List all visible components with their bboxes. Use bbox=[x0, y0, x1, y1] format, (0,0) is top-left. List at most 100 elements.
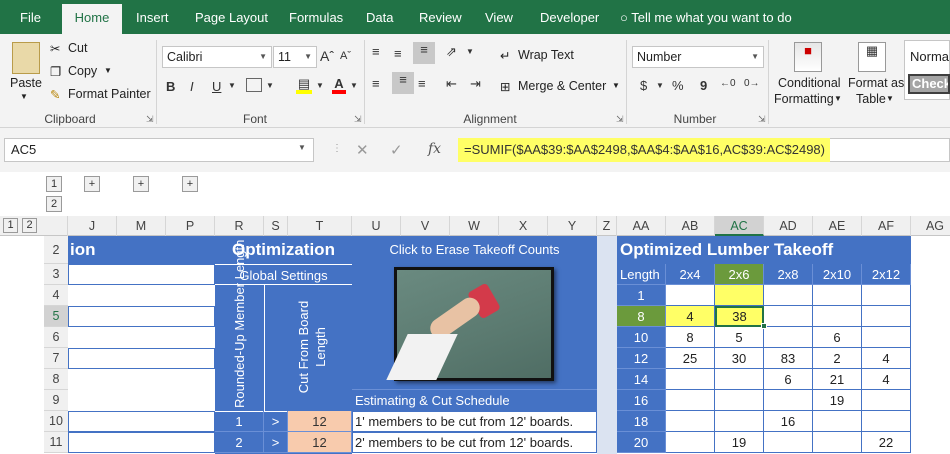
outline-level-1-button[interactable]: 1 bbox=[46, 176, 62, 192]
align-right-icon[interactable]: ≡ bbox=[418, 76, 426, 91]
column-header-x[interactable]: X bbox=[499, 216, 548, 236]
font-name-select[interactable]: Calibri ▼ bbox=[162, 46, 272, 68]
tab-insert[interactable]: Insert bbox=[136, 0, 169, 34]
align-center-icon[interactable]: ≡ bbox=[392, 72, 414, 94]
length-cell-aa5[interactable]: 8 bbox=[617, 306, 666, 327]
expand-group-button[interactable]: + bbox=[182, 176, 198, 192]
format-as-label-line1[interactable]: Format as bbox=[848, 76, 904, 90]
underline-dropdown-icon[interactable]: ▼ bbox=[228, 81, 236, 90]
cell-j10[interactable] bbox=[68, 411, 215, 432]
align-bottom-icon[interactable]: ≡ bbox=[413, 42, 435, 64]
currency-button[interactable]: $ bbox=[640, 78, 647, 93]
tab-home[interactable]: Home bbox=[62, 4, 122, 34]
cell-j7[interactable] bbox=[68, 348, 215, 369]
column-header-ac[interactable]: AC bbox=[715, 216, 764, 236]
cell-ac9[interactable] bbox=[715, 390, 764, 411]
row-header-9[interactable]: 9 bbox=[44, 390, 68, 411]
align-left-icon[interactable]: ≡ bbox=[372, 76, 380, 91]
row-header-7[interactable]: 7 bbox=[44, 348, 68, 369]
erase-label[interactable]: Click to Erase Takeoff Counts bbox=[352, 242, 597, 257]
tab-data[interactable]: Data bbox=[366, 0, 393, 34]
decrease-decimal-icon[interactable]: 0→ bbox=[744, 78, 760, 89]
length-cell-aa10[interactable]: 18 bbox=[617, 411, 666, 432]
cell-ac8[interactable] bbox=[715, 369, 764, 390]
format-painter-button[interactable]: Format Painter bbox=[68, 87, 151, 101]
font-size-select[interactable]: 11 ▼ bbox=[273, 46, 317, 68]
borders-dropdown-icon[interactable]: ▼ bbox=[266, 81, 274, 90]
cell-ab10[interactable] bbox=[666, 411, 715, 432]
formula-input-rest[interactable] bbox=[830, 138, 950, 162]
expand-group-button[interactable]: + bbox=[84, 176, 100, 192]
cell-ac10[interactable] bbox=[715, 411, 764, 432]
cut-button[interactable]: Cut bbox=[68, 41, 87, 55]
dialog-launcher-icon[interactable]: ⇲ bbox=[758, 114, 766, 125]
conditional-dropdown-icon[interactable]: ▼ bbox=[834, 94, 842, 103]
cell-ae9[interactable]: 19 bbox=[813, 390, 862, 411]
bold-button[interactable]: B bbox=[166, 79, 175, 94]
align-middle-icon[interactable]: ≡ bbox=[394, 46, 402, 61]
orientation-icon[interactable]: ⇗ bbox=[446, 44, 457, 60]
cell-ae4[interactable] bbox=[813, 285, 862, 306]
tab-formulas[interactable]: Formulas bbox=[289, 0, 343, 34]
column-header-ag[interactable]: AG bbox=[911, 216, 950, 236]
column-header-r[interactable]: R bbox=[215, 216, 264, 236]
column-header-ad[interactable]: AD bbox=[764, 216, 813, 236]
cell-af8[interactable]: 4 bbox=[862, 369, 911, 390]
cell-ad7[interactable]: 83 bbox=[764, 348, 813, 369]
cell-ad9[interactable] bbox=[764, 390, 813, 411]
formula-input[interactable]: =SUMIF($AA$39:$AA$2498,$AA$4:$AA$16,AC$3… bbox=[458, 138, 830, 162]
fill-color-icon[interactable]: ▤ bbox=[296, 76, 312, 94]
tab-review[interactable]: Review bbox=[419, 0, 462, 34]
insert-function-button[interactable]: fx bbox=[428, 141, 441, 157]
cell-ab5[interactable]: 4 bbox=[666, 306, 715, 327]
cell-ac6[interactable]: 5 bbox=[715, 327, 764, 348]
cell-ae8[interactable]: 21 bbox=[813, 369, 862, 390]
table-dropdown-icon[interactable]: ▼ bbox=[886, 94, 894, 103]
column-header-j[interactable]: J bbox=[68, 216, 117, 236]
orientation-dropdown-icon[interactable]: ▼ bbox=[466, 47, 474, 56]
column-header-s[interactable]: S bbox=[264, 216, 288, 236]
length-cell-aa9[interactable]: 16 bbox=[617, 390, 666, 411]
enter-icon[interactable]: ✓ bbox=[390, 141, 403, 159]
merge-dropdown-icon[interactable]: ▼ bbox=[612, 81, 620, 90]
cell-ad8[interactable]: 6 bbox=[764, 369, 813, 390]
row-header-3[interactable]: 3 bbox=[44, 264, 68, 285]
row-header-2[interactable]: 2 bbox=[44, 236, 68, 264]
increase-font-icon[interactable]: Aˆ bbox=[320, 48, 334, 64]
row-header-5[interactable]: 5 bbox=[44, 306, 68, 327]
cell-ae6[interactable]: 6 bbox=[813, 327, 862, 348]
select-all-corner[interactable] bbox=[44, 216, 68, 236]
cell-ac7[interactable]: 30 bbox=[715, 348, 764, 369]
column-header-w[interactable]: W bbox=[450, 216, 499, 236]
dialog-launcher-icon[interactable]: ⇲ bbox=[616, 114, 624, 125]
cancel-icon[interactable]: ✕ bbox=[356, 141, 369, 159]
fill-handle[interactable] bbox=[761, 323, 767, 329]
expand-group-button[interactable]: + bbox=[133, 176, 149, 192]
length-cell-aa7[interactable]: 12 bbox=[617, 348, 666, 369]
style-normal[interactable]: Norma bbox=[910, 49, 949, 64]
cell-ac4[interactable] bbox=[715, 285, 764, 306]
font-color-icon[interactable]: A bbox=[332, 76, 346, 94]
increase-indent-icon[interactable]: ⇥ bbox=[470, 76, 481, 92]
cell-ae10[interactable] bbox=[813, 411, 862, 432]
copy-button[interactable]: Copy bbox=[68, 64, 97, 78]
tab-developer[interactable]: Developer bbox=[540, 0, 599, 34]
decrease-indent-icon[interactable]: ⇤ bbox=[446, 76, 457, 92]
dialog-launcher-icon[interactable]: ⇲ bbox=[146, 114, 154, 125]
outline-level-2-button[interactable]: 2 bbox=[46, 196, 62, 212]
cell-ab8[interactable] bbox=[666, 369, 715, 390]
cell-ac5[interactable]: 38 bbox=[715, 306, 764, 327]
length-cell-aa8[interactable]: 14 bbox=[617, 369, 666, 390]
name-box-dropdown-icon[interactable]: ▼ bbox=[298, 143, 306, 152]
chalkboard-eraser-button[interactable] bbox=[386, 267, 554, 381]
cell-ae5[interactable] bbox=[813, 306, 862, 327]
conditional-label-line2[interactable]: Formatting bbox=[774, 92, 834, 106]
cell-ab7[interactable]: 25 bbox=[666, 348, 715, 369]
currency-dropdown-icon[interactable]: ▼ bbox=[656, 81, 664, 90]
cell-af10[interactable] bbox=[862, 411, 911, 432]
tell-me-box[interactable]: ○ Tell me what you want to do bbox=[620, 0, 792, 34]
underline-button[interactable]: U bbox=[212, 79, 221, 94]
italic-button[interactable]: I bbox=[190, 79, 194, 94]
cell-af5[interactable] bbox=[862, 306, 911, 327]
tab-file[interactable]: File bbox=[20, 0, 41, 34]
